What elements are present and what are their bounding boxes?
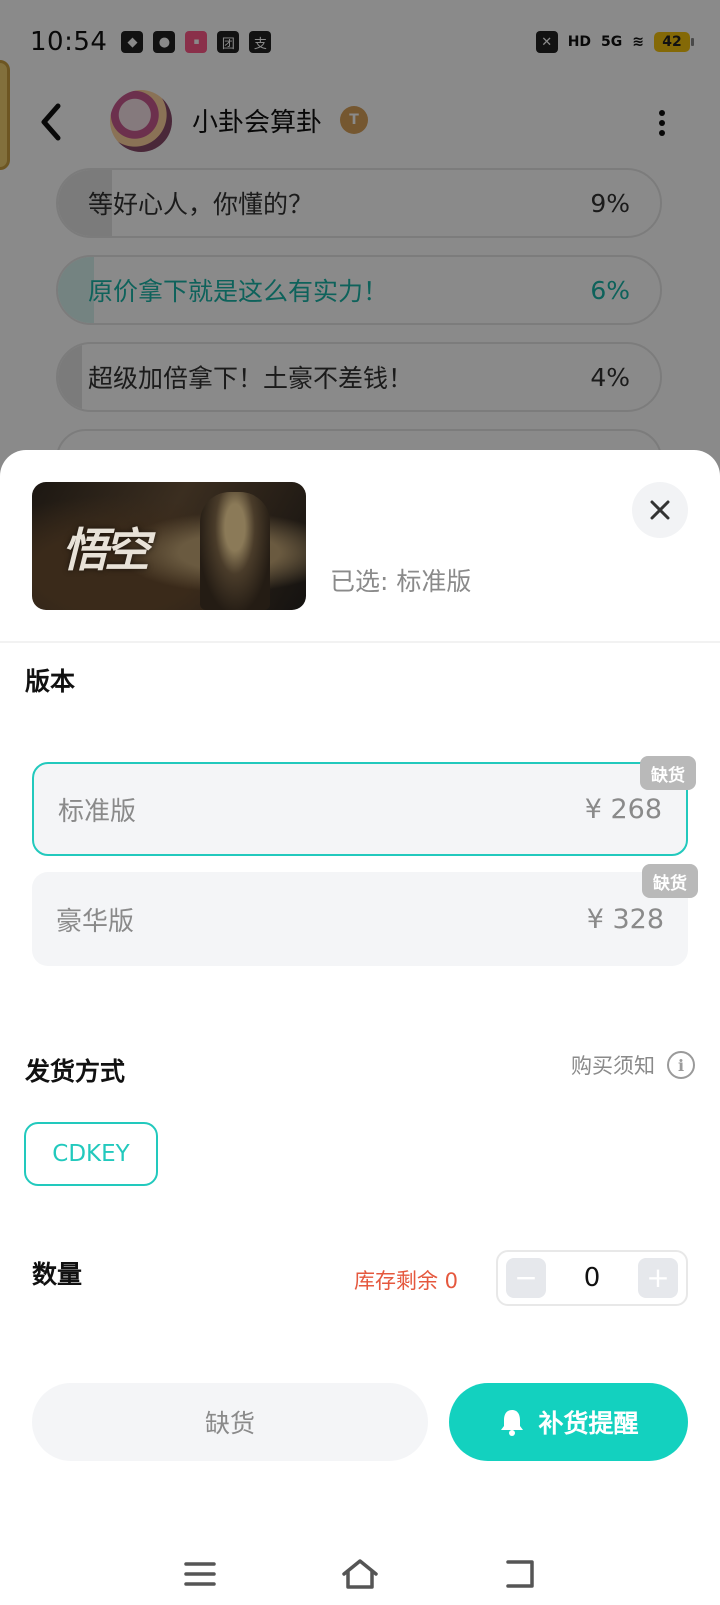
out-of-stock-button[interactable]: 缺货 — [32, 1383, 428, 1461]
delivery-method-chip[interactable]: CDKEY — [24, 1122, 158, 1186]
option-price: ¥ 268 — [584, 793, 662, 825]
purchase-notice-label: 购买须知 — [571, 1054, 655, 1078]
close-icon — [650, 500, 670, 520]
option-name: 豪华版 — [56, 906, 135, 937]
info-icon: i — [667, 1051, 695, 1079]
restock-button-label: 补货提醒 — [538, 1409, 639, 1438]
out-of-stock-tag: 缺货 — [640, 756, 696, 790]
purchase-notice-link[interactable]: 购买须知 i — [571, 1050, 695, 1080]
product-logo-art: 悟空 — [62, 523, 150, 577]
product-image: 悟空 — [32, 482, 306, 610]
home-icon[interactable] — [340, 1554, 380, 1594]
selected-variant-text: 已选: 标准版 — [330, 567, 472, 596]
back-icon[interactable] — [500, 1554, 540, 1594]
decrement-button[interactable]: − — [506, 1258, 546, 1298]
out-of-stock-tag: 缺货 — [642, 864, 698, 898]
system-nav-bar — [0, 1542, 720, 1602]
quantity-section-title: 数量 — [32, 1260, 83, 1289]
divider — [0, 641, 720, 643]
option-name: 标准版 — [58, 796, 137, 827]
version-section-title: 版本 — [25, 667, 76, 696]
quantity-value: 0 — [583, 1263, 601, 1293]
increment-button[interactable]: + — [637, 1258, 678, 1298]
stock-remaining-text: 库存剩余 0 — [354, 1269, 459, 1293]
product-image-figure — [200, 492, 270, 610]
restock-reminder-button[interactable]: 补货提醒 — [449, 1383, 688, 1461]
delivery-section-title: 发货方式 — [25, 1057, 126, 1086]
option-price: ¥ 328 — [586, 903, 664, 935]
version-option-deluxe[interactable]: 豪华版 ¥ 328 缺货 — [32, 864, 698, 966]
quantity-stepper: − 0 + — [496, 1250, 688, 1306]
version-option-standard[interactable]: 标准版 ¥ 268 缺货 — [32, 756, 696, 856]
recent-apps-icon[interactable] — [180, 1554, 220, 1594]
close-button[interactable] — [632, 482, 688, 538]
bell-icon — [498, 1407, 526, 1437]
purchase-bottom-sheet: 悟空 已选: 标准版 版本 标准版 ¥ 268 缺货 豪华版 ¥ 328 缺货 … — [0, 450, 720, 1605]
